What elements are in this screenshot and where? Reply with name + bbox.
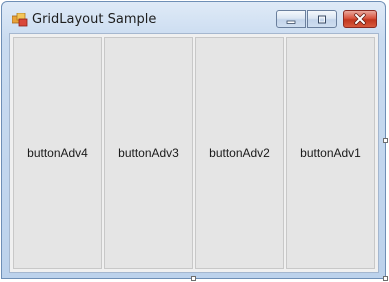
app-icon	[11, 12, 28, 27]
grid-layout-panel: buttonAdv4 buttonAdv3 buttonAdv2 buttonA…	[13, 37, 375, 269]
button-adv-2[interactable]: buttonAdv2	[195, 37, 284, 269]
main-window: GridLayout Sample buttonAdv4 buttonAdv3 …	[1, 1, 386, 279]
button-adv-3[interactable]: buttonAdv3	[104, 37, 193, 269]
button-adv-1[interactable]: buttonAdv1	[286, 37, 375, 269]
form-client-area: buttonAdv4 buttonAdv3 buttonAdv2 buttonA…	[9, 33, 379, 273]
button-adv-1-label: buttonAdv1	[300, 146, 361, 160]
close-button[interactable]	[343, 10, 377, 28]
resize-handle-bottom-right[interactable]	[383, 276, 388, 281]
minimize-icon	[285, 10, 297, 29]
minimize-button[interactable]	[276, 10, 306, 28]
button-adv-3-label: buttonAdv3	[118, 146, 179, 160]
button-adv-4[interactable]: buttonAdv4	[13, 37, 102, 269]
maximize-icon	[316, 10, 328, 29]
button-adv-4-label: buttonAdv4	[27, 146, 88, 160]
maximize-button[interactable]	[307, 10, 337, 28]
close-icon	[353, 10, 367, 29]
resize-handle-bottom[interactable]	[191, 276, 196, 281]
button-adv-2-label: buttonAdv2	[209, 146, 270, 160]
title-bar[interactable]: GridLayout Sample	[2, 2, 385, 34]
resize-handle-right[interactable]	[383, 138, 388, 143]
window-title: GridLayout Sample	[32, 12, 157, 27]
